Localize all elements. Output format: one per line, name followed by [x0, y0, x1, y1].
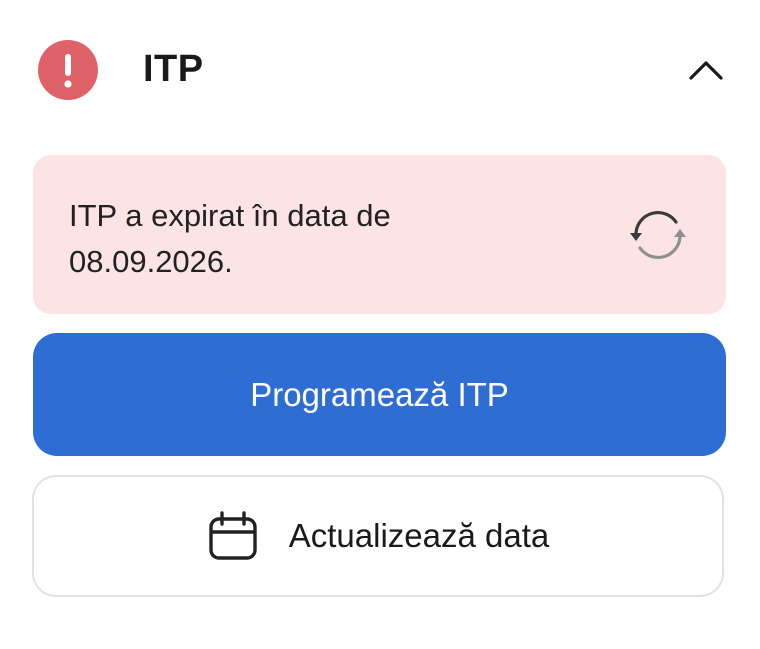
exclamation-icon	[64, 54, 72, 88]
section-title: ITP	[143, 48, 204, 90]
itp-card: ITP ITP a expirat în data de 08.09.2026.…	[0, 0, 760, 649]
update-date-label: Actualizează data	[288, 517, 550, 554]
calendar-icon-wrap	[207, 510, 259, 562]
schedule-itp-button[interactable]: Programează ITP	[33, 333, 726, 456]
expiry-message: ITP a expirat în data de 08.09.2026.	[69, 193, 539, 285]
chevron-up-icon	[689, 61, 723, 80]
update-date-button[interactable]: Actualizează data	[32, 475, 724, 597]
expiry-notice: ITP a expirat în data de 08.09.2026.	[33, 155, 726, 314]
refresh-button[interactable]	[626, 203, 690, 267]
expiry-message-line1: ITP a expirat în data de	[69, 198, 391, 233]
collapse-toggle-button[interactable]	[684, 52, 728, 88]
refresh-icon	[630, 211, 686, 259]
alert-status-badge	[38, 40, 98, 100]
calendar-icon	[209, 511, 257, 560]
expiry-message-date: 08.09.2026.	[69, 244, 233, 279]
itp-card-header: ITP	[0, 0, 760, 140]
